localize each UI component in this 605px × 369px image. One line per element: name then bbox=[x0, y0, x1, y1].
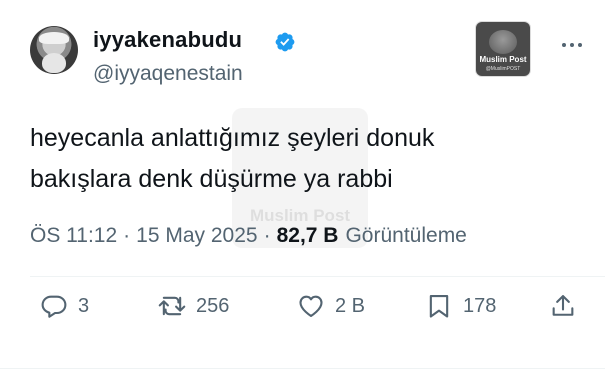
meta-separator: · bbox=[263, 224, 271, 247]
reply-button[interactable]: 3 bbox=[40, 284, 89, 328]
retweet-icon bbox=[158, 296, 186, 316]
logo-name: Muslim Post bbox=[479, 55, 527, 64]
divider bbox=[30, 276, 605, 277]
reply-icon bbox=[41, 295, 67, 318]
like-count: 2 B bbox=[335, 294, 366, 317]
tweet-meta: ÖS 11:12 · 15 May 2025 · 82,7 B Görüntül… bbox=[30, 224, 467, 248]
reply-count: 3 bbox=[78, 294, 90, 317]
tweet-date[interactable]: 15 May 2025 bbox=[136, 224, 257, 248]
more-icon[interactable] bbox=[556, 38, 588, 52]
logo-portrait bbox=[489, 30, 517, 54]
views-label: Görüntüleme bbox=[345, 224, 467, 247]
tweet-card: iyyakenabudu @iyyaqenestain Muslim Post … bbox=[0, 0, 605, 369]
muslim-post-logo: Muslim Post @MuslimPOST bbox=[476, 22, 530, 76]
views-count[interactable]: 82,7 B bbox=[277, 224, 339, 248]
meta-separator: · bbox=[123, 224, 131, 247]
bookmark-count: 178 bbox=[463, 294, 497, 317]
tweet-line: bakışlara denk düşürme ya rabbi bbox=[30, 165, 393, 193]
bookmark-icon bbox=[429, 295, 449, 318]
share-button[interactable] bbox=[549, 284, 577, 328]
tweet-time[interactable]: ÖS 11:12 bbox=[30, 224, 117, 248]
retweet-button[interactable]: 256 bbox=[158, 284, 229, 328]
share-icon bbox=[552, 295, 574, 316]
tweet-line: heyecanla anlattığımız şeyleri donuk bbox=[30, 124, 435, 152]
tweet-text: heyecanla anlattığımız şeyleri donuk bak… bbox=[30, 118, 570, 200]
retweet-count: 256 bbox=[196, 294, 230, 317]
avatar[interactable] bbox=[30, 26, 78, 74]
watermark-text: Muslim Post bbox=[249, 206, 351, 225]
avatar-beard bbox=[42, 53, 66, 73]
avatar-turban bbox=[39, 32, 69, 44]
like-button[interactable]: 2 B bbox=[297, 284, 365, 328]
heart-icon bbox=[299, 295, 323, 317]
action-bar: 3 256 2 B 178 bbox=[0, 284, 605, 328]
bookmark-button[interactable]: 178 bbox=[425, 284, 496, 328]
author-display-name[interactable]: iyyakenabudu bbox=[93, 27, 242, 53]
verified-badge-icon bbox=[275, 32, 295, 52]
author-handle[interactable]: @iyyaqenestain bbox=[93, 62, 243, 86]
logo-sub: @MuslimPOST bbox=[485, 66, 521, 72]
